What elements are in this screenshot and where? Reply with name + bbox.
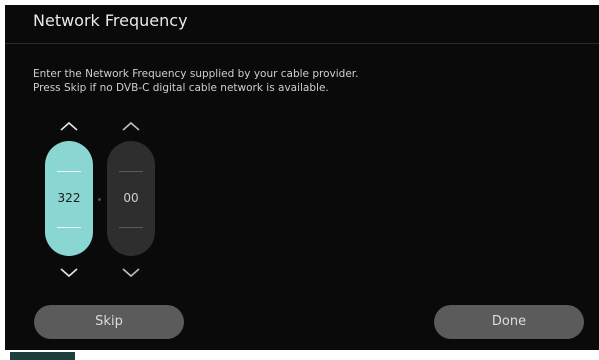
dialog-panel: Network Frequency Enter the Network Freq… — [5, 5, 599, 350]
bottom-edge-strip — [10, 352, 75, 360]
frequency-integer-value: 322 — [57, 191, 81, 205]
wheel-divider — [57, 171, 81, 172]
done-button[interactable]: Done — [434, 305, 584, 339]
wheel-divider — [119, 171, 143, 172]
chevron-up-icon[interactable] — [59, 120, 79, 132]
wheel-divider — [119, 227, 143, 228]
wheel-divider — [57, 227, 81, 228]
chevron-down-icon[interactable] — [59, 267, 79, 279]
chevron-down-icon[interactable] — [121, 267, 141, 279]
skip-button[interactable]: Skip — [34, 305, 184, 339]
instruction-line-2: Press Skip if no DVB-C digital cable net… — [33, 82, 329, 94]
instruction-line-1: Enter the Network Frequency supplied by … — [33, 68, 359, 80]
frequency-decimal-value: 00 — [123, 191, 139, 205]
chevron-up-icon[interactable] — [121, 120, 141, 132]
page-title: Network Frequency — [33, 11, 188, 30]
decimal-separator — [98, 198, 101, 201]
frequency-decimal-wheel[interactable]: 00 — [107, 141, 155, 256]
title-bar: Network Frequency — [5, 5, 599, 44]
frequency-integer-wheel[interactable]: 322 — [45, 141, 93, 256]
